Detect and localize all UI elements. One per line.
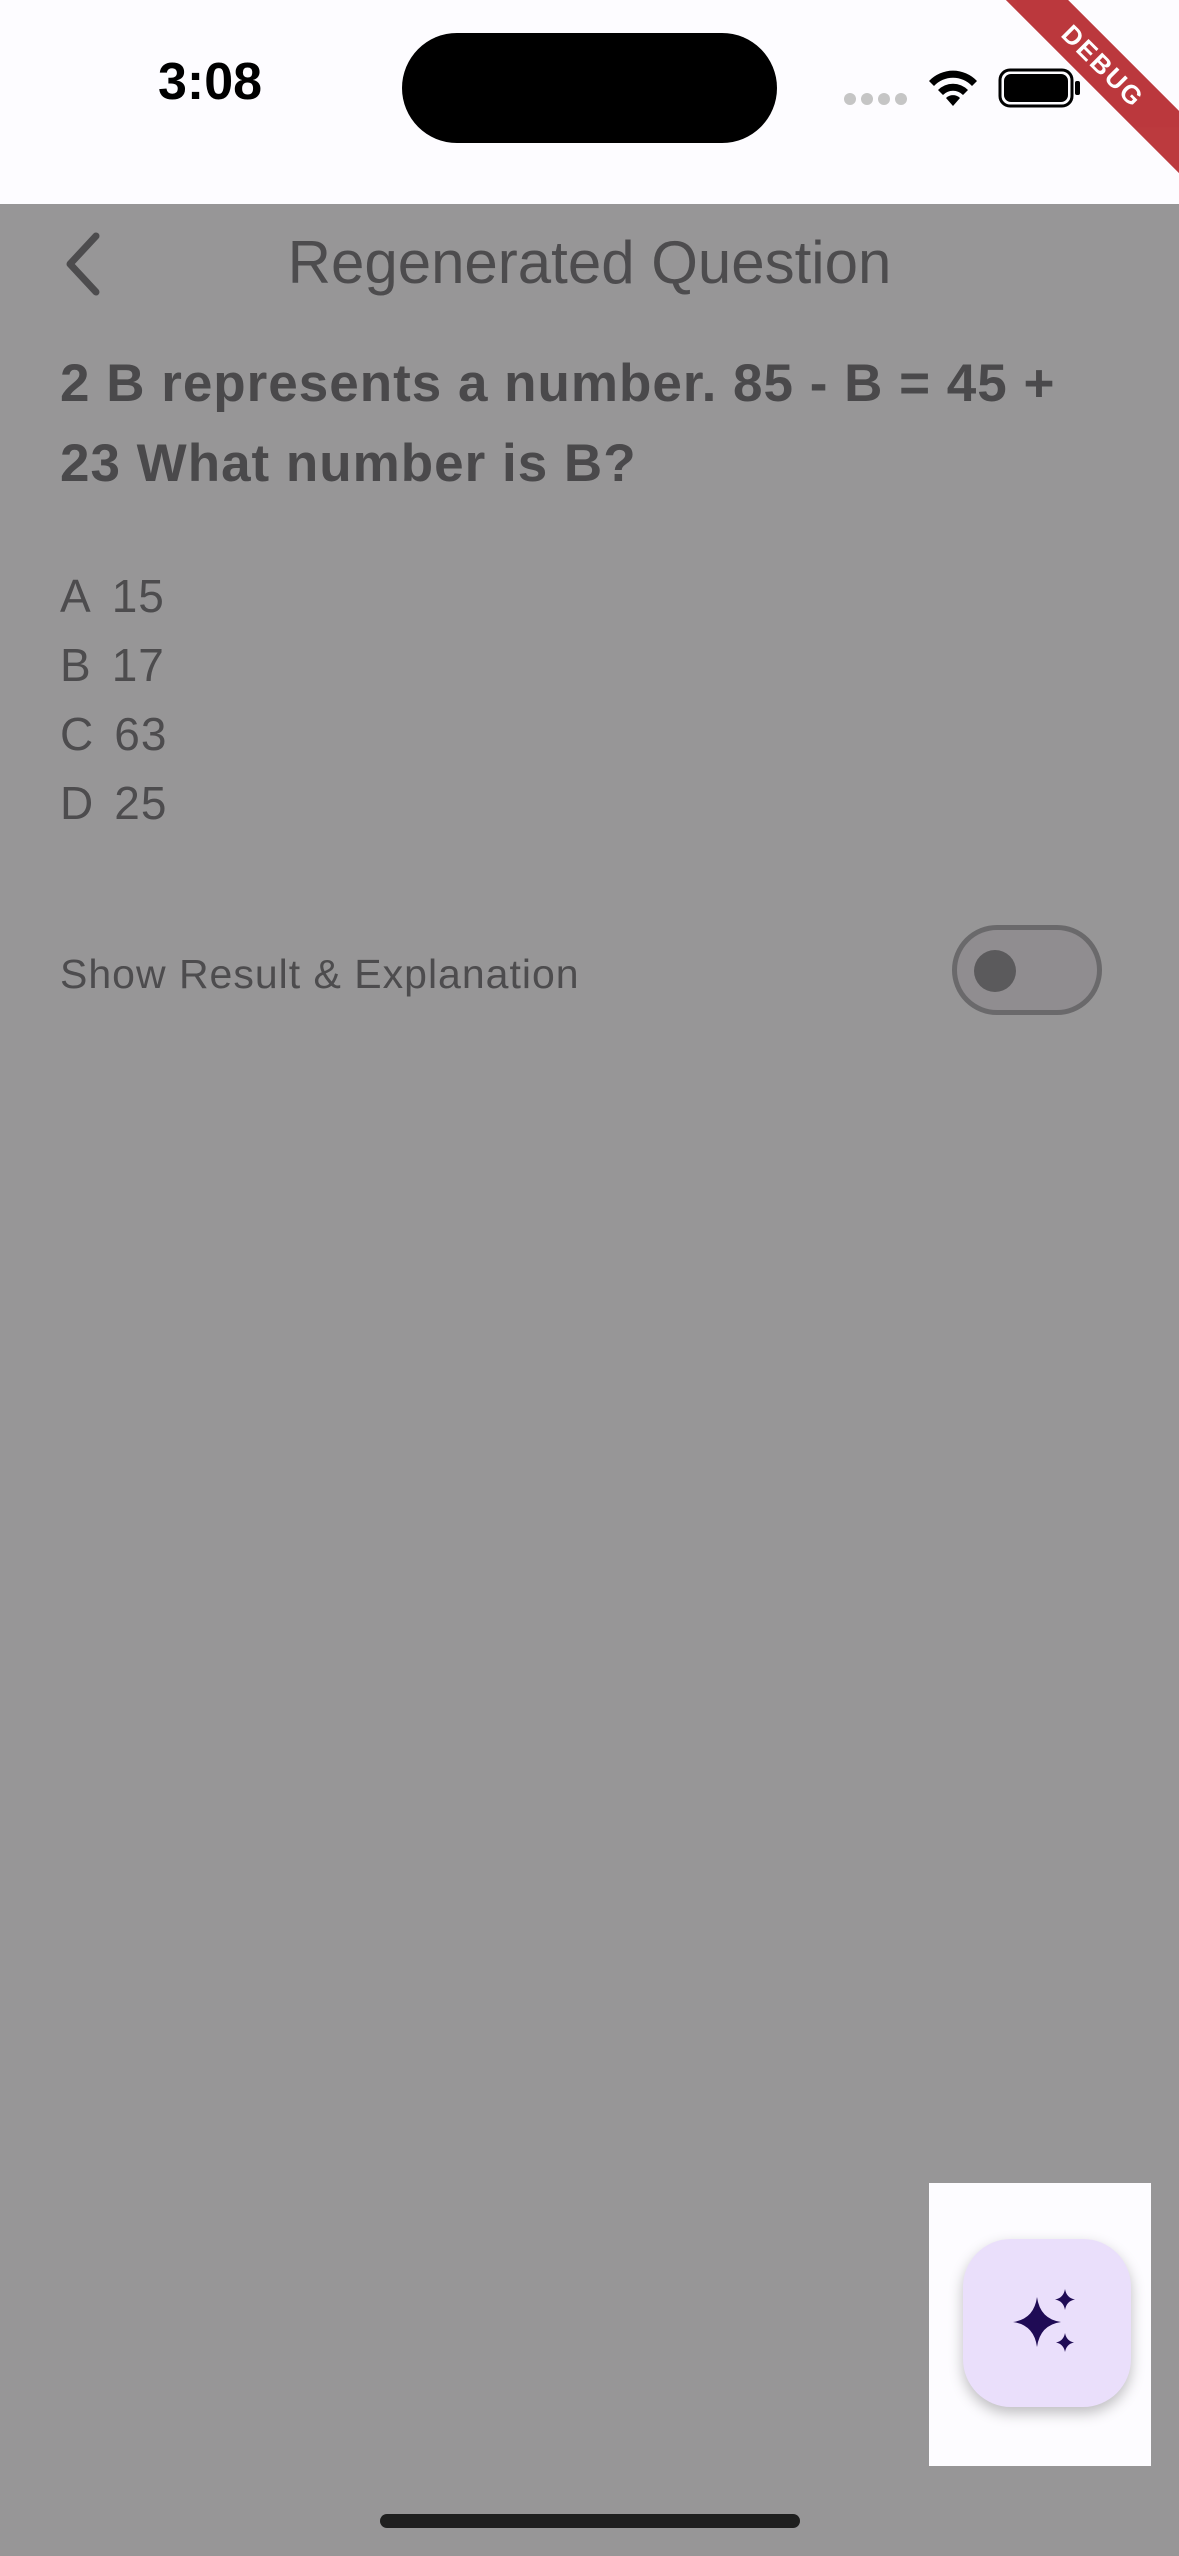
show-result-row: Show Result & Explanation bbox=[60, 919, 1108, 1029]
cellular-signal-icon bbox=[844, 93, 907, 107]
option-letter: C bbox=[60, 708, 95, 760]
option-a: A 15 bbox=[60, 562, 167, 631]
sparkle-icon bbox=[1013, 2289, 1075, 2352]
debug-label: DEBUG bbox=[999, 0, 1179, 180]
option-letter: B bbox=[60, 639, 92, 691]
option-letter: A bbox=[60, 570, 92, 622]
debug-banner: DEBUG bbox=[999, 0, 1179, 180]
page-title: Regenerated Question bbox=[287, 229, 892, 296]
status-time: 3:08 bbox=[158, 53, 263, 111]
option-d: D 25 bbox=[60, 769, 167, 838]
home-indicator[interactable] bbox=[380, 2514, 800, 2528]
status-bar: 3:08 DEBUG bbox=[0, 0, 1179, 204]
show-result-toggle[interactable] bbox=[952, 925, 1102, 1015]
option-value: 63 bbox=[114, 708, 168, 760]
option-c: C 63 bbox=[60, 700, 167, 769]
regenerate-button[interactable] bbox=[963, 2239, 1131, 2407]
question-text: 2 B represents a number. 85 - B = 45 + 2… bbox=[60, 354, 1056, 493]
options-list: A 15 B 17 C 63 D 25 bbox=[60, 562, 167, 838]
option-b: B 17 bbox=[60, 631, 167, 700]
option-letter: D bbox=[60, 777, 95, 829]
wifi-icon bbox=[929, 70, 977, 106]
option-value: 15 bbox=[111, 570, 165, 622]
option-value: 17 bbox=[111, 639, 165, 691]
show-result-label: Show Result & Explanation bbox=[60, 951, 580, 997]
option-value: 25 bbox=[114, 777, 168, 829]
dynamic-island bbox=[402, 33, 777, 143]
toggle-knob bbox=[974, 950, 1016, 992]
